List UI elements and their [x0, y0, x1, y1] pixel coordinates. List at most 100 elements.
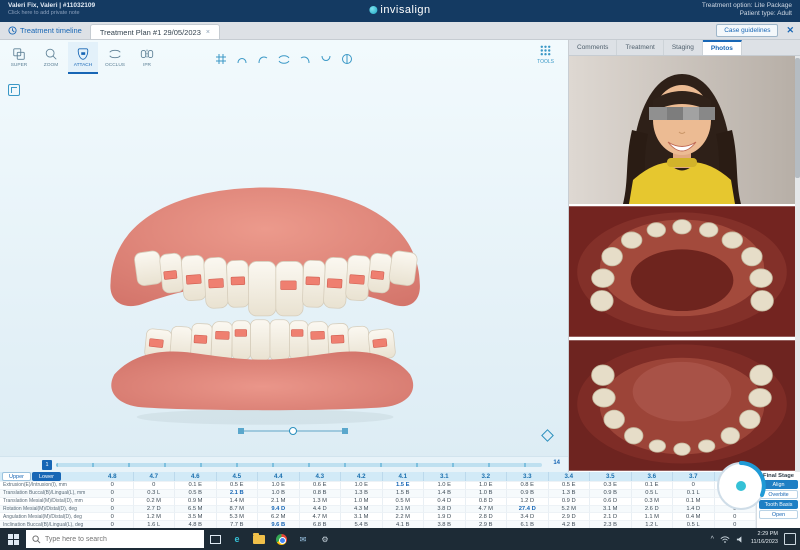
tray-expand-icon[interactable]: ^ [711, 536, 714, 543]
movement-cell: 2.6 D [631, 504, 673, 513]
tooth-column-header: 4.7 [133, 472, 175, 481]
movement-cell: 7.7 B [216, 520, 258, 528]
movement-cell: 2.7 D [133, 504, 175, 513]
tooth-column-header: 4.8 [92, 472, 134, 481]
anterior-view-icon[interactable] [277, 52, 291, 66]
patient-name: Valeri Fix, Valeri | #11032109 [8, 2, 96, 9]
movement-cell: 4.7 M [299, 512, 341, 521]
upper-arch-view-icon[interactable] [235, 52, 249, 66]
stage-slider-handle[interactable]: 1 [42, 460, 52, 470]
occlusogram-icon[interactable] [340, 52, 354, 66]
ipr-button[interactable]: IPR [132, 42, 162, 74]
movement-cell: 1.2 D [507, 496, 549, 505]
left-lateral-view-icon[interactable] [298, 52, 312, 66]
movement-cell: 1.3 B [548, 488, 590, 497]
lower-occlusal-photo[interactable] [569, 339, 795, 472]
tab-close-icon[interactable]: × [206, 29, 210, 36]
movement-cell: 1.4 M [216, 496, 258, 505]
movement-cell: 0.4 M [673, 512, 715, 521]
tooth-column-header: 4.2 [341, 472, 383, 481]
movement-cell: 2.1 B [216, 488, 258, 497]
movement-cell: 0.9 B [590, 488, 632, 497]
wifi-icon[interactable] [720, 535, 730, 544]
file-explorer-icon[interactable] [248, 528, 270, 550]
movement-cell: 0 [714, 512, 756, 521]
edge-icon[interactable]: e [226, 528, 248, 550]
right-lateral-view-icon[interactable] [256, 52, 270, 66]
movement-cell: 0.1 E [631, 481, 673, 489]
treatment-plan-tab[interactable]: Treatment Plan #1 29/05/2023 × [89, 24, 220, 39]
lower-arch-view-icon[interactable] [319, 52, 333, 66]
case-guidelines-button[interactable]: Case guidelines [716, 24, 779, 37]
photos-scrollbar[interactable] [795, 56, 800, 472]
start-button[interactable] [0, 528, 26, 550]
final-stage-handle[interactable] [342, 428, 348, 434]
arch-toggle-upper[interactable]: Upper [2, 472, 31, 481]
zoom-icon [45, 48, 57, 60]
notification-center-icon[interactable] [784, 533, 796, 545]
initial-stage-handle[interactable] [238, 428, 244, 434]
3d-viewport[interactable]: SUPER ZOOM ATTACH OCCLUS IPR TOOLS 1 14 [0, 40, 568, 472]
movement-cell: 27.4 D [507, 504, 549, 513]
volume-icon[interactable] [736, 535, 745, 544]
treatment-timeline-button[interactable]: Treatment timeline [0, 22, 90, 39]
movement-cell: 4.8 B [175, 520, 217, 528]
tab-treatment[interactable]: Treatment [617, 40, 664, 55]
close-icon[interactable]: ✕ [786, 25, 794, 36]
movement-cell: 5.2 M [548, 504, 590, 513]
movement-cell: 1.9 D [424, 512, 466, 521]
view-grid-icon[interactable] [214, 52, 228, 66]
movement-cell: 2.3 B [590, 520, 632, 528]
tab-staging[interactable]: Staging [664, 40, 703, 55]
stage-slider-track[interactable] [56, 463, 542, 467]
settings-icon[interactable]: ⚙ [314, 528, 336, 550]
arch-toggle: Upper Lower [0, 472, 92, 481]
private-note-link[interactable]: Click here to add private note [8, 10, 95, 17]
task-view-icon[interactable] [204, 528, 226, 550]
clincheck-badge[interactable] [715, 460, 767, 512]
chrome-icon[interactable] [270, 528, 292, 550]
movement-cell: 4.7 M [465, 504, 507, 513]
zoom-button[interactable]: ZOOM [36, 42, 66, 74]
tab-comments[interactable]: Comments [569, 40, 618, 55]
view-gizmo-icon[interactable] [541, 429, 554, 442]
attachments-button[interactable]: ATTACH [68, 42, 98, 74]
patient-portrait-photo[interactable] [569, 56, 795, 204]
workspace: SUPER ZOOM ATTACH OCCLUS IPR TOOLS 1 14 … [0, 40, 800, 472]
movement-cell: 0 [673, 481, 715, 489]
taskbar-search[interactable] [26, 530, 204, 548]
movement-cell: 2.1 M [258, 496, 300, 505]
movement-cell: 0.1 M [673, 496, 715, 505]
treatment-option-label: Treatment option: Lite Package [701, 2, 792, 9]
tooth-column-header: 3.7 [673, 472, 715, 481]
search-icon [32, 534, 41, 543]
tab-photos[interactable]: Photos [702, 40, 742, 55]
arch-toggle-lower[interactable]: Lower [31, 472, 61, 481]
tooth-column-header: 3.3 [507, 472, 549, 481]
movement-cell: 0.4 D [424, 496, 466, 505]
tooth-movement-table: Upper Lower 4.8 4.7 4.6 4.5 4.4 4.3 4.2 4.1 3.1 3.2… [0, 472, 800, 528]
upper-occlusal-photo[interactable] [569, 205, 795, 338]
tools-icon [540, 45, 551, 56]
mail-icon[interactable]: ✉ [292, 528, 314, 550]
system-tray: ^ 2:29 PM 11/16/2023 [711, 531, 800, 546]
movement-cell: 6.5 M [175, 504, 217, 513]
movement-cell: 2.9 B [465, 520, 507, 528]
occlusion-button[interactable]: OCCLUS [100, 42, 130, 74]
superimposition-button[interactable]: SUPER [4, 42, 34, 74]
movement-cell: 2.1 D [590, 512, 632, 521]
movement-cell: 6.2 M [258, 512, 300, 521]
dental-model[interactable] [95, 152, 445, 437]
tools-button[interactable]: TOOLS [537, 44, 554, 65]
movement-cell: 0.3 M [631, 496, 673, 505]
invisalign-logo: invisalign [369, 4, 430, 16]
fullscreen-icon[interactable] [8, 84, 20, 96]
patient-type-label: Patient type: Adult [739, 10, 792, 18]
movement-cell: 1.0 B [465, 488, 507, 497]
clincheck-app: Valeri Fix, Valeri | #11032109 Click her… [0, 0, 800, 550]
search-input[interactable] [45, 535, 185, 543]
tabstrip: Treatment timeline Treatment Plan #1 29/… [0, 22, 800, 40]
movement-cell: 1.5 E [382, 481, 424, 489]
taskbar-clock[interactable]: 2:29 PM 11/16/2023 [751, 531, 778, 546]
current-stage-handle[interactable] [289, 427, 297, 435]
